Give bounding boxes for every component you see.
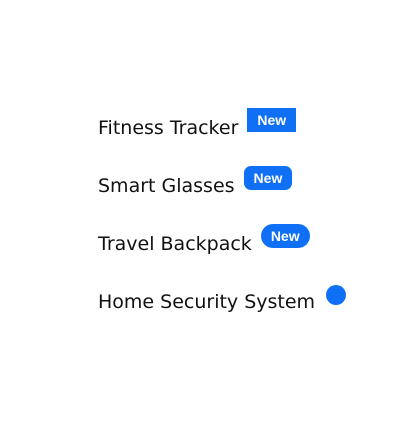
product-list: Fitness Tracker New Smart Glasses New Trav… [98,108,347,340]
list-item-fitness-tracker: Fitness Tracker New [98,108,346,166]
item-label: Travel Backpack [98,233,252,255]
new-badge: New [247,108,297,132]
list-item-smart-glasses: Smart Glasses New [98,166,346,224]
new-badge: New [260,224,310,248]
item-label: Home Security System [98,291,316,313]
dot-badge [326,285,347,305]
item-label: Fitness Tracker [98,117,239,139]
item-label: Smart Glasses [98,175,235,197]
list-item-home-security-system: Home Security System [98,282,347,340]
list-item-travel-backpack: Travel Backpack New [98,224,346,282]
new-badge: New [243,166,293,190]
